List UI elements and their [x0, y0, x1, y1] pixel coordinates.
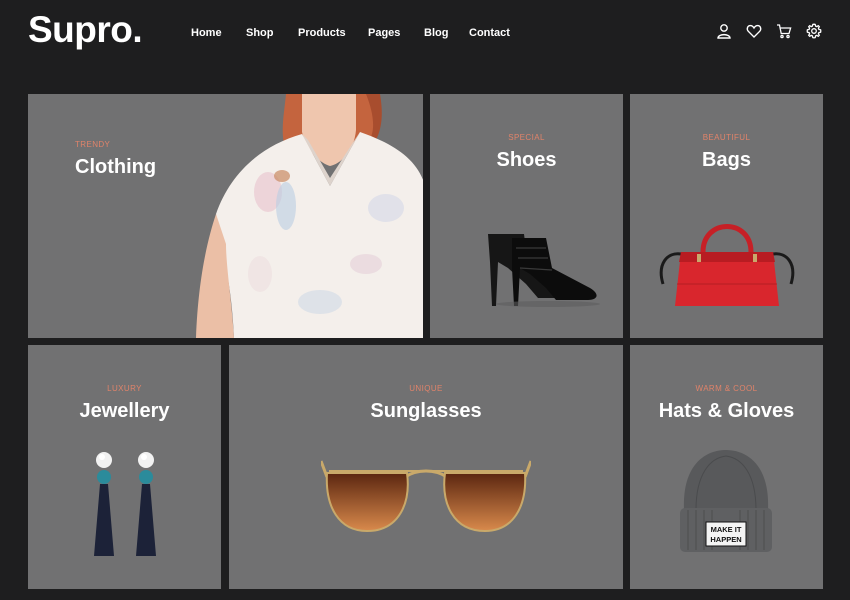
category-title[interactable]: Jewellery [28, 399, 221, 423]
beanie-label-line1: MAKE IT [711, 525, 742, 534]
category-tag: TRENDY [75, 140, 111, 149]
header-actions [716, 23, 822, 41]
category-tile-clothing[interactable]: TRENDY Clothing [28, 94, 423, 338]
nav-products[interactable]: Products [298, 24, 368, 42]
category-tile-shoes[interactable]: SPECIAL Shoes [430, 94, 623, 338]
heart-icon[interactable] [746, 23, 762, 41]
nav-shop[interactable]: Shop [246, 24, 298, 42]
beanie-label-line2: HAPPEN [710, 535, 741, 544]
nav-contact[interactable]: Contact [469, 24, 529, 42]
nav-blog[interactable]: Blog [424, 24, 469, 42]
category-title[interactable]: Shoes [430, 148, 623, 172]
main-nav: Home Shop Products Pages Blog Contact [191, 24, 529, 42]
category-tile-jewellery[interactable]: LUXURY Jewellery [28, 345, 221, 589]
nav-home[interactable]: Home [191, 24, 246, 42]
cart-icon[interactable] [776, 23, 792, 41]
category-title[interactable]: Clothing [75, 155, 423, 179]
category-title[interactable]: Bags [630, 148, 823, 172]
category-tile-sunglasses[interactable]: UNIQUE Sunglasses [229, 345, 623, 589]
category-tag: WARM & COOL [695, 384, 758, 393]
category-title[interactable]: Hats & Gloves [630, 399, 823, 423]
category-tile-hats-gloves[interactable]: WARM & COOL Hats & Gloves MAKE IT HAPPEN [630, 345, 823, 589]
category-tag: UNIQUE [409, 384, 443, 393]
handbag-image [659, 224, 795, 306]
category-tile-bags[interactable]: BEAUTIFUL Bags [630, 94, 823, 338]
user-icon[interactable] [716, 23, 732, 41]
beanie-image: MAKE IT HAPPEN [680, 450, 772, 552]
nav-pages[interactable]: Pages [368, 24, 424, 42]
site-logo[interactable]: Supro. [28, 6, 143, 54]
gear-icon[interactable] [806, 23, 822, 41]
category-tag: BEAUTIFUL [702, 133, 751, 142]
sunglasses-image [321, 460, 531, 533]
earrings-image [94, 452, 156, 556]
shoes-image [488, 234, 600, 307]
category-tag: LUXURY [107, 384, 142, 393]
clothing-model-image [196, 94, 423, 338]
category-tag: SPECIAL [508, 133, 545, 142]
category-title[interactable]: Sunglasses [229, 399, 623, 423]
